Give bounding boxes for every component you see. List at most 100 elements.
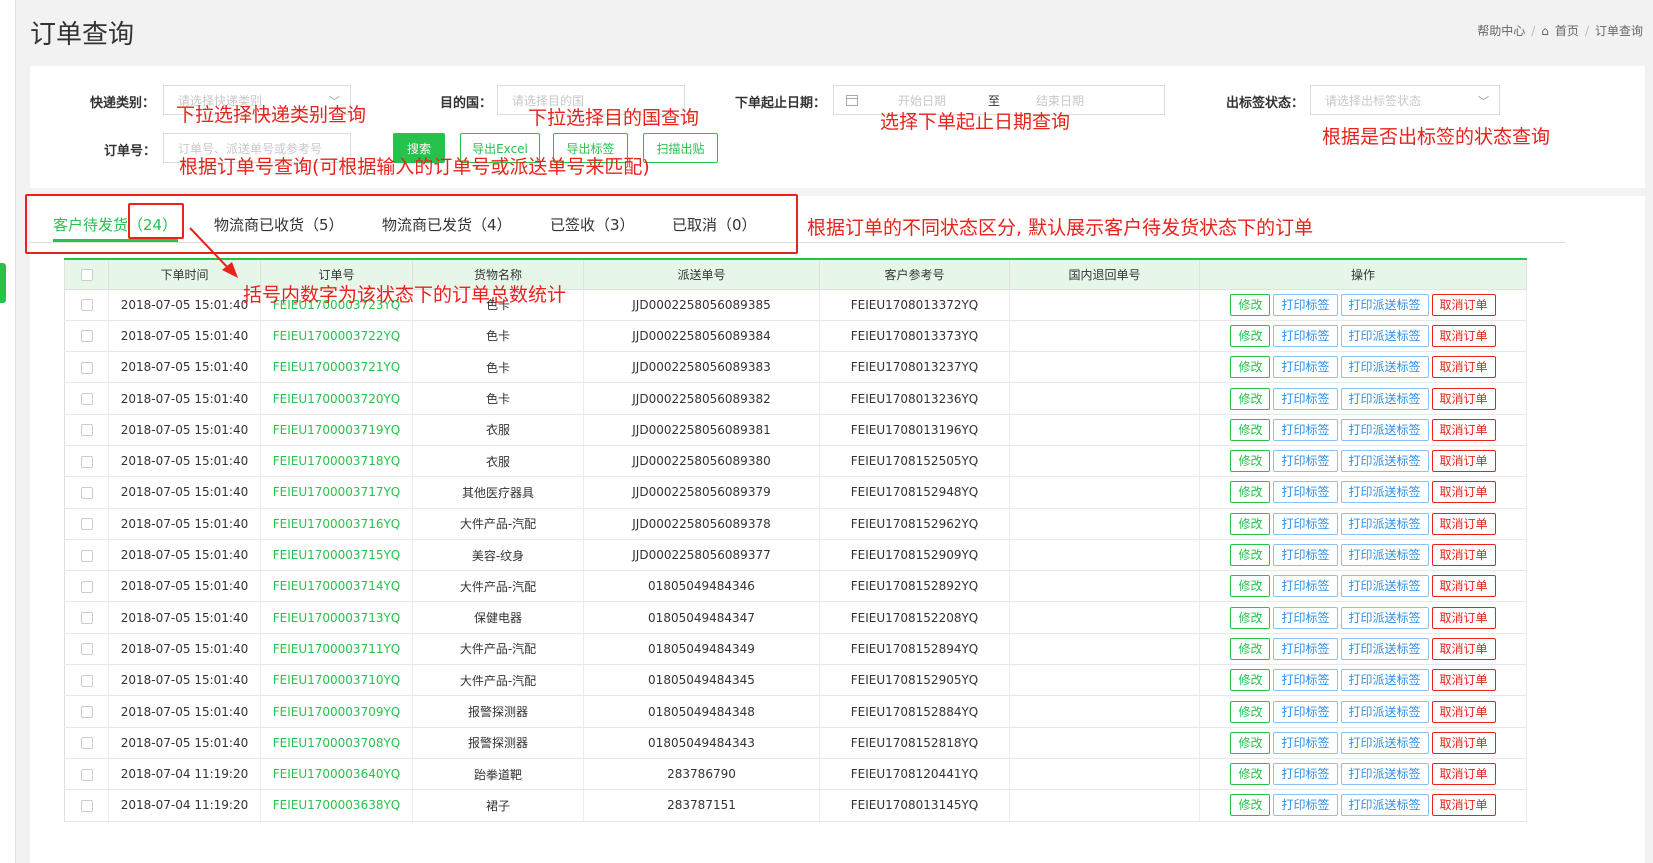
table-row[interactable]: 2018-07-05 15:01:40 FEIEU1700003716YQ 大件产品… — [64, 508, 1527, 540]
print-label-button[interactable]: 打印标签 — [1273, 293, 1338, 316]
table-row[interactable]: 2018-07-05 15:01:40 FEIEU1700003719YQ 衣服 JJ… — [64, 414, 1527, 446]
row-checkbox[interactable] — [80, 486, 93, 499]
table-row[interactable]: 2018-07-05 15:01:40 FEIEU1700003721YQ 色卡 JJ… — [64, 351, 1527, 384]
row-checkbox[interactable] — [80, 612, 93, 625]
row-checkbox[interactable] — [80, 706, 93, 718]
row-checkbox[interactable] — [80, 799, 93, 812]
print-delivery-label-button[interactable]: 打印派送标签 — [1340, 293, 1429, 316]
edit-button[interactable]: 修改 — [1230, 356, 1271, 379]
print-delivery-label-button[interactable]: 打印派送标签 — [1340, 731, 1429, 754]
row-checkbox[interactable] — [80, 643, 93, 656]
edit-button[interactable]: 修改 — [1230, 418, 1271, 441]
edit-button[interactable]: 修改 — [1230, 731, 1271, 754]
table-row[interactable]: 2018-07-05 15:01:40 FEIEU1700003711YQ 大件产品… — [64, 633, 1527, 666]
table-row[interactable]: 2018-07-04 11:19:20 FEIEU1700003640YQ 跆拳道靶… — [64, 758, 1527, 791]
cancel-order-button[interactable]: 取消订单 — [1431, 418, 1496, 441]
start-date-input[interactable]: 开始日期 — [898, 92, 946, 109]
print-label-button[interactable]: 打印标签 — [1273, 763, 1338, 786]
print-delivery-label-button[interactable]: 打印派送标签 — [1340, 450, 1429, 473]
print-label-button[interactable]: 打印标签 — [1273, 575, 1338, 598]
print-label-button[interactable]: 打印标签 — [1273, 669, 1338, 692]
row-checkbox[interactable] — [80, 330, 93, 343]
row-checkbox[interactable] — [80, 518, 93, 531]
print-label-button[interactable]: 打印标签 — [1273, 324, 1338, 347]
table-row[interactable]: 2018-07-05 15:01:40 FEIEU1700003715YQ 美容-纹… — [64, 539, 1527, 572]
table-row[interactable]: 2018-07-05 15:01:40 FEIEU1700003713YQ 保健电器… — [64, 601, 1527, 634]
cell-order-no[interactable]: FEIEU1700003716YQ — [260, 508, 413, 540]
cancel-order-button[interactable]: 取消订单 — [1431, 324, 1496, 347]
print-label-button[interactable]: 打印标签 — [1273, 512, 1338, 535]
select-all-checkbox[interactable] — [80, 268, 93, 281]
table-row[interactable]: 2018-07-05 15:01:40 FEIEU1700003708YQ 报警探测… — [64, 727, 1527, 759]
edit-button[interactable]: 修改 — [1230, 324, 1271, 347]
print-delivery-label-button[interactable]: 打印派送标签 — [1340, 637, 1429, 660]
cancel-order-button[interactable]: 取消订单 — [1431, 700, 1496, 723]
print-label-button[interactable]: 打印标签 — [1273, 794, 1338, 817]
print-label-button[interactable]: 打印标签 — [1273, 450, 1338, 473]
end-date-input[interactable]: 结束日期 — [1036, 92, 1084, 109]
print-delivery-label-button[interactable]: 打印派送标签 — [1340, 481, 1429, 504]
print-label-button[interactable]: 打印标签 — [1273, 606, 1338, 629]
cancel-order-button[interactable]: 取消订单 — [1431, 763, 1496, 786]
print-label-button[interactable]: 打印标签 — [1273, 637, 1338, 660]
cancel-order-button[interactable]: 取消订单 — [1431, 481, 1496, 504]
table-row[interactable]: 2018-07-05 15:01:40 FEIEU1700003709YQ 报警探测… — [64, 695, 1527, 728]
row-checkbox[interactable] — [80, 768, 93, 781]
row-checkbox[interactable] — [80, 299, 93, 312]
cancel-order-button[interactable]: 取消订单 — [1431, 387, 1496, 410]
table-row[interactable]: 2018-07-05 15:01:40 FEIEU1700003720YQ 色卡 JJ… — [64, 382, 1527, 415]
cancel-order-button[interactable]: 取消订单 — [1431, 450, 1496, 473]
cancel-order-button[interactable]: 取消订单 — [1431, 731, 1496, 754]
print-delivery-label-button[interactable]: 打印派送标签 — [1340, 763, 1429, 786]
table-row[interactable]: 2018-07-04 11:19:20 FEIEU1700003638YQ 裙子 28… — [64, 789, 1527, 822]
cancel-order-button[interactable]: 取消订单 — [1431, 544, 1496, 567]
cell-order-no[interactable]: FEIEU1700003720YQ — [260, 382, 413, 415]
row-checkbox[interactable] — [80, 455, 93, 468]
row-checkbox[interactable] — [80, 737, 93, 750]
cancel-order-button[interactable]: 取消订单 — [1431, 575, 1496, 598]
cell-order-no[interactable]: FEIEU1700003717YQ — [260, 476, 413, 509]
table-row[interactable]: 2018-07-05 15:01:40 FEIEU1700003722YQ 色卡 JJ… — [64, 320, 1527, 353]
edit-button[interactable]: 修改 — [1230, 637, 1271, 660]
print-label-button[interactable]: 打印标签 — [1273, 356, 1338, 379]
cell-order-no[interactable]: FEIEU1700003708YQ — [260, 727, 413, 759]
print-delivery-label-button[interactable]: 打印派送标签 — [1340, 575, 1429, 598]
print-delivery-label-button[interactable]: 打印派送标签 — [1340, 544, 1429, 567]
print-delivery-label-button[interactable]: 打印派送标签 — [1340, 356, 1429, 379]
scan-out-button[interactable]: 扫描出贴 — [643, 133, 718, 163]
edit-button[interactable]: 修改 — [1230, 763, 1271, 786]
table-row[interactable]: 2018-07-05 15:01:40 FEIEU1700003718YQ 衣服 JJ… — [64, 445, 1527, 478]
table-row[interactable]: 2018-07-05 15:01:40 FEIEU1700003717YQ 其他医疗… — [64, 476, 1527, 509]
row-checkbox[interactable] — [80, 580, 93, 593]
edit-button[interactable]: 修改 — [1230, 669, 1271, 692]
breadcrumb-help[interactable]: 帮助中心 — [1477, 22, 1525, 39]
row-checkbox[interactable] — [80, 674, 93, 687]
print-delivery-label-button[interactable]: 打印派送标签 — [1340, 669, 1429, 692]
cancel-order-button[interactable]: 取消订单 — [1431, 669, 1496, 692]
cancel-order-button[interactable]: 取消订单 — [1431, 293, 1496, 316]
print-delivery-label-button[interactable]: 打印派送标签 — [1340, 700, 1429, 723]
print-label-button[interactable]: 打印标签 — [1273, 418, 1338, 441]
print-delivery-label-button[interactable]: 打印派送标签 — [1340, 387, 1429, 410]
cell-order-no[interactable]: FEIEU1700003715YQ — [260, 539, 413, 572]
cell-order-no[interactable]: FEIEU1700003640YQ — [260, 758, 413, 791]
cell-order-no[interactable]: FEIEU1700003722YQ — [260, 320, 413, 353]
edit-button[interactable]: 修改 — [1230, 794, 1271, 817]
cell-order-no[interactable]: FEIEU1700003709YQ — [260, 695, 413, 728]
print-delivery-label-button[interactable]: 打印派送标签 — [1340, 324, 1429, 347]
cell-order-no[interactable]: FEIEU1700003721YQ — [260, 351, 413, 384]
cell-order-no[interactable]: FEIEU1700003714YQ — [260, 570, 413, 603]
cell-order-no[interactable]: FEIEU1700003638YQ — [260, 789, 413, 822]
print-label-button[interactable]: 打印标签 — [1273, 481, 1338, 504]
row-checkbox[interactable] — [80, 424, 93, 437]
edit-button[interactable]: 修改 — [1230, 575, 1271, 598]
cancel-order-button[interactable]: 取消订单 — [1431, 794, 1496, 817]
edit-button[interactable]: 修改 — [1230, 512, 1271, 535]
cell-order-no[interactable]: FEIEU1700003710YQ — [260, 664, 413, 697]
print-delivery-label-button[interactable]: 打印派送标签 — [1340, 512, 1429, 535]
edit-button[interactable]: 修改 — [1230, 450, 1271, 473]
print-label-button[interactable]: 打印标签 — [1273, 544, 1338, 567]
row-checkbox[interactable] — [80, 549, 93, 562]
row-checkbox[interactable] — [80, 361, 93, 374]
label-status-select[interactable]: 请选择出标签状态 ﹀ — [1310, 85, 1500, 115]
